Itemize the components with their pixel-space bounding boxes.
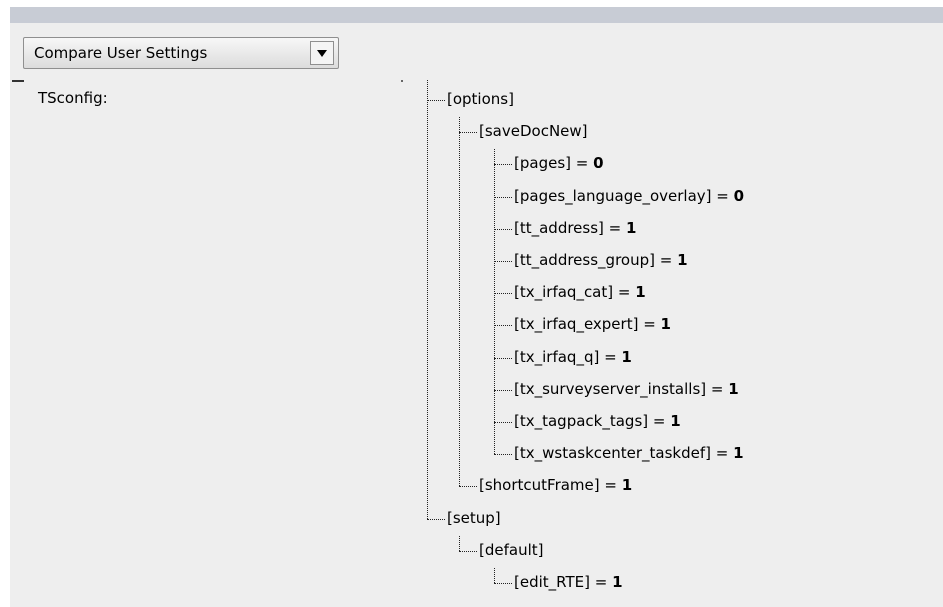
tree-connector: [494, 164, 512, 166]
tree-trunk-default: [494, 568, 495, 583]
tree-node-key: [tx_irfaq_q]: [514, 347, 600, 366]
tree-node-key: [pages_language_overlay]: [514, 186, 712, 205]
tree-trunk-root: [427, 80, 428, 519]
tree-node-item[interactable]: [tx_wstaskcenter_taskdef] = 1: [514, 443, 744, 463]
tree-connector: [494, 389, 512, 391]
tree-connector: [494, 325, 512, 327]
tree-node-key: [tx_irfaq_cat]: [514, 283, 614, 302]
tree-node-item[interactable]: [pages] = 0: [514, 153, 604, 173]
tree-node-key: [edit_RTE]: [514, 573, 590, 591]
tree-node-equals: =: [599, 347, 622, 366]
tree-node-equals: =: [570, 154, 594, 173]
tree-node-key: [shortcutFrame]: [479, 476, 600, 495]
tree-connector: [427, 518, 445, 520]
tree-node-value: 1: [733, 444, 744, 463]
tree-node-value: 1: [728, 379, 739, 398]
tree-node-equals: =: [648, 412, 671, 430]
tree-node-equals: =: [654, 251, 678, 269]
tree-node-value: 1: [612, 573, 623, 591]
tree-connector: [459, 132, 477, 134]
tree-node-item[interactable]: [tt_address] = 1: [514, 218, 636, 238]
tree-node-key: [saveDocNew]: [479, 122, 588, 141]
tree-node-equals: =: [711, 186, 734, 205]
tree-node-default[interactable]: [default]: [479, 540, 543, 560]
tree-node-equals: =: [638, 315, 661, 334]
tree-node-value: 1: [626, 218, 637, 237]
tree-node-value: 1: [677, 251, 688, 269]
tree-node-key: [tx_irfaq_expert]: [514, 315, 639, 334]
tree-connector: [494, 454, 512, 456]
tree-connector: [459, 550, 477, 552]
tree-node-key: [tx_surveyserver_installs]: [514, 379, 707, 398]
tree-node-item[interactable]: [pages_language_overlay] = 0: [514, 186, 744, 206]
tree-connector: [427, 100, 445, 101]
tree-node-item[interactable]: [tx_irfaq_cat] = 1: [514, 282, 646, 302]
tsconfig-tree: [options] [saveDocNew] [pages] = 0 [pages_l…: [0, 0, 943, 607]
tree-node-value: 1: [621, 476, 633, 495]
tree-node-edit-rte[interactable]: [edit_RTE] = 1: [514, 572, 623, 592]
tree-node-shortcutframe[interactable]: [shortcutFrame] = 1: [479, 475, 632, 495]
tree-trunk-savedocnew: [494, 149, 495, 455]
tree-connector: [494, 261, 512, 262]
tree-connector: [494, 228, 512, 230]
tree-node-item[interactable]: [tx_irfaq_q] = 1: [514, 347, 632, 367]
tree-node-equals: =: [711, 444, 734, 463]
tree-connector: [494, 357, 512, 359]
tree-node-value: 1: [621, 347, 632, 366]
tree-node-value: 0: [733, 186, 745, 205]
tree-node-key: [pages]: [514, 154, 571, 173]
tree-node-item[interactable]: [tx_surveyserver_installs] = 1: [514, 379, 739, 399]
tree-node-item[interactable]: [tt_address_group] = 1: [514, 250, 688, 270]
tree-node-key: [tx_wstaskcenter_taskdef]: [514, 444, 711, 463]
tree-node-setup[interactable]: [setup]: [447, 508, 501, 528]
tree-node-value: 0: [593, 154, 604, 173]
tree-node-value: 1: [635, 283, 646, 302]
tree-node-equals: =: [603, 218, 627, 237]
tree-node-equals: =: [599, 476, 622, 495]
tree-connector: [494, 422, 512, 423]
tree-node-key: [options]: [447, 90, 514, 108]
tree-node-equals: =: [613, 283, 636, 302]
tree-node-key: [tx_tagpack_tags]: [514, 412, 649, 430]
tree-node-key: [setup]: [447, 508, 501, 527]
tree-node-value: 1: [670, 412, 681, 430]
tree-node-item[interactable]: [tx_tagpack_tags] = 1: [514, 411, 681, 431]
tree-node-options[interactable]: [options]: [447, 89, 514, 109]
tree-node-value: 1: [660, 315, 671, 334]
tree-node-equals: =: [706, 379, 729, 398]
tree-trunk-options: [459, 117, 460, 487]
tree-node-savedocnew[interactable]: [saveDocNew]: [479, 121, 588, 141]
tree-node-equals: =: [589, 573, 613, 591]
tree-connector: [494, 293, 512, 295]
tree-connector: [459, 486, 477, 488]
tree-node-key: [default]: [479, 540, 544, 559]
tree-node-item[interactable]: [tx_irfaq_expert] = 1: [514, 314, 671, 334]
tree-connector: [494, 583, 512, 584]
tree-node-key: [tt_address_group]: [514, 251, 655, 269]
tree-node-key: [tt_address]: [514, 218, 604, 237]
tree-connector: [494, 196, 512, 198]
tree-trunk-setup: [459, 535, 460, 551]
